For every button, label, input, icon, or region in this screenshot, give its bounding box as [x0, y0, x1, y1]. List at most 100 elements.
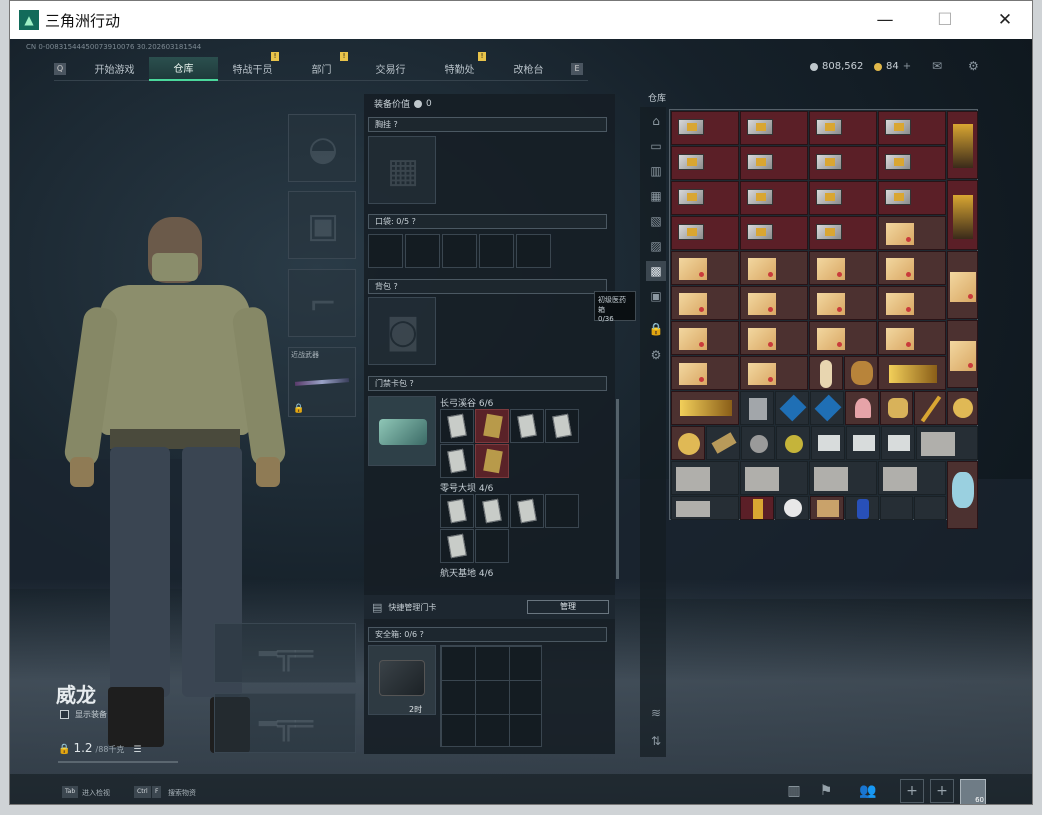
tab-trade[interactable]: 交易行: [356, 57, 425, 81]
warehouse-item[interactable]: [947, 251, 978, 319]
warehouse-item[interactable]: [671, 461, 739, 495]
safe-box-slot[interactable]: 2时: [368, 645, 436, 715]
warehouse-item[interactable]: [878, 251, 946, 285]
warehouse-item[interactable]: [671, 251, 739, 285]
warehouse-item[interactable]: [878, 356, 946, 390]
category-misc-icon[interactable]: ▣: [646, 286, 666, 306]
avatar[interactable]: 60: [960, 779, 986, 804]
show-gear-toggle[interactable]: 显示装备: [60, 709, 107, 720]
backpack-slot[interactable]: ◙: [368, 297, 436, 365]
warehouse-item[interactable]: [740, 356, 808, 390]
warehouse-item[interactable]: [671, 496, 739, 520]
warehouse-item[interactable]: [845, 391, 879, 425]
list-icon[interactable]: ☰: [133, 745, 141, 755]
warehouse-item[interactable]: [878, 461, 946, 495]
pocket-slot[interactable]: [405, 234, 440, 268]
warehouse-item[interactable]: [809, 461, 877, 495]
warehouse-item[interactable]: [740, 111, 808, 145]
warehouse-item[interactable]: [740, 216, 808, 250]
armor-slot[interactable]: ▣: [288, 191, 356, 259]
warehouse-item[interactable]: [947, 320, 978, 388]
tab-operators[interactable]: 特战干员!: [218, 51, 287, 81]
tab-key[interactable]: Tab: [62, 786, 79, 798]
safe-box-grid[interactable]: [440, 645, 542, 747]
minimize-button[interactable]: —: [862, 1, 908, 39]
warehouse-item[interactable]: [947, 111, 978, 179]
warehouse-item[interactable]: [947, 461, 978, 529]
warehouse-item[interactable]: [706, 426, 740, 460]
keycard-slot[interactable]: [510, 409, 544, 443]
warehouse-item[interactable]: [671, 356, 739, 390]
warehouse-item[interactable]: [809, 321, 877, 355]
warehouse-item[interactable]: [914, 391, 946, 425]
pocket-slot[interactable]: [368, 234, 403, 268]
warehouse-item[interactable]: [881, 426, 915, 460]
warehouse-item[interactable]: [878, 321, 946, 355]
warehouse-item[interactable]: [846, 426, 880, 460]
warehouse-item[interactable]: [671, 181, 739, 215]
close-button[interactable]: ✕: [982, 1, 1028, 39]
warehouse-item[interactable]: [671, 321, 739, 355]
pocket-slot[interactable]: [516, 234, 551, 268]
warehouse-item[interactable]: [775, 496, 809, 520]
category-weapon-icon[interactable]: ▭: [646, 136, 666, 156]
warehouse-item[interactable]: [809, 111, 877, 145]
category-key-icon[interactable]: ▩: [646, 261, 666, 281]
melee-slot[interactable]: 近战武器 🔒: [288, 347, 356, 417]
friends-icon[interactable]: 👥: [856, 779, 880, 803]
warehouse-item[interactable]: [947, 391, 978, 425]
flag-icon[interactable]: ⚑: [814, 779, 838, 803]
ctrl-key[interactable]: Ctrl: [134, 786, 151, 798]
tab-start-game[interactable]: 开始游戏: [80, 57, 149, 81]
warehouse-item[interactable]: [878, 146, 946, 180]
warehouse-item[interactable]: [671, 426, 705, 460]
maximize-button[interactable]: ☐: [922, 1, 968, 39]
warehouse-item[interactable]: [740, 461, 808, 495]
layers-icon[interactable]: ≋: [646, 703, 666, 723]
keycard-slot[interactable]: [475, 444, 509, 478]
manage-button[interactable]: 管理: [527, 600, 609, 614]
settings-icon[interactable]: ⚙: [968, 59, 979, 73]
category-bag-icon[interactable]: ▧: [646, 211, 666, 231]
gold-currency[interactable]: 84 +: [874, 61, 911, 72]
nav-prev-key[interactable]: Q: [54, 62, 66, 75]
sort-icon[interactable]: ⇅: [646, 731, 666, 751]
warehouse-item[interactable]: [810, 496, 844, 520]
tab-warehouse[interactable]: 仓库: [149, 56, 218, 81]
warehouse-item[interactable]: [740, 286, 808, 320]
keycard-slot[interactable]: [475, 409, 509, 443]
keycard-slot[interactable]: [440, 409, 474, 443]
warehouse-item[interactable]: [845, 496, 879, 520]
warehouse-item[interactable]: [809, 286, 877, 320]
stats-icon[interactable]: ▥: [782, 779, 806, 803]
tab-department[interactable]: 部门!: [287, 51, 356, 81]
secondary-weapon-slot[interactable]: ━╦═: [214, 693, 356, 753]
warehouse-item[interactable]: [809, 216, 877, 250]
keycard-slot[interactable]: [510, 494, 544, 528]
warehouse-item[interactable]: [671, 286, 739, 320]
keycard-slot[interactable]: [440, 494, 474, 528]
warehouse-item[interactable]: [740, 391, 774, 425]
warehouse-item[interactable]: [740, 496, 774, 520]
warehouse-item[interactable]: [844, 356, 878, 390]
mail-icon[interactable]: ✉: [932, 59, 942, 73]
helmet-slot[interactable]: ◒: [288, 114, 356, 182]
scrollbar[interactable]: [616, 399, 619, 579]
nav-next-key[interactable]: E: [571, 62, 583, 75]
keycard-case-slot[interactable]: [368, 396, 436, 466]
warehouse-item[interactable]: [916, 426, 978, 460]
category-all-icon[interactable]: ⌂: [646, 111, 666, 131]
warehouse-item[interactable]: [809, 356, 843, 390]
keycard-slot[interactable]: [440, 529, 474, 563]
keycard-slot[interactable]: [440, 444, 474, 478]
warehouse-item[interactable]: [740, 321, 808, 355]
warehouse-item[interactable]: [878, 111, 946, 145]
category-medical-icon[interactable]: ▨: [646, 236, 666, 256]
warehouse-item[interactable]: [809, 251, 877, 285]
warehouse-item[interactable]: [880, 391, 913, 425]
warehouse-item[interactable]: [811, 426, 845, 460]
warehouse-item[interactable]: [947, 180, 978, 250]
tab-special-ops[interactable]: 特勤处!: [425, 51, 494, 81]
pocket-slot[interactable]: [479, 234, 514, 268]
warehouse-item[interactable]: [671, 391, 739, 425]
